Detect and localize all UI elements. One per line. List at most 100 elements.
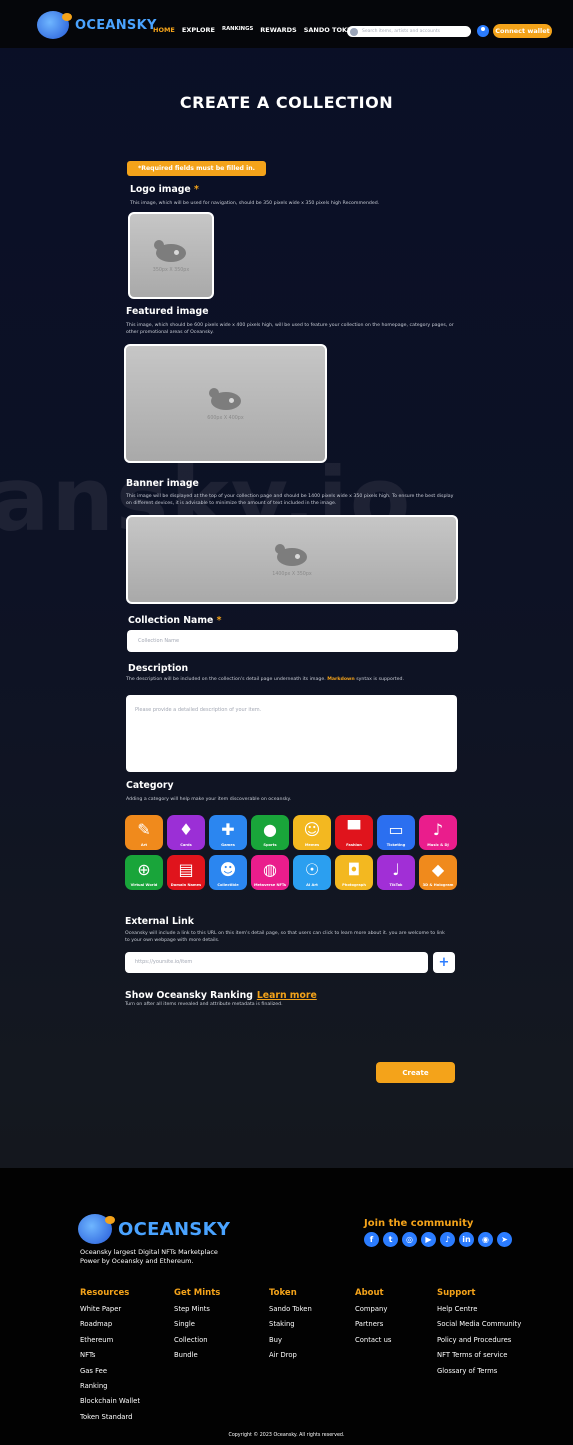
hat-icon: ▀ — [347, 820, 361, 839]
featured-image-upload[interactable]: 600px X 400px — [124, 344, 327, 463]
user-avatar-icon[interactable] — [477, 25, 489, 37]
category-collectible[interactable]: ☻ Collectible — [209, 855, 247, 890]
footer-link[interactable]: Glossary of Terms — [437, 1364, 521, 1379]
twitter-icon[interactable]: t — [383, 1232, 398, 1247]
category-label: Domain Names — [170, 883, 202, 887]
nav-explore[interactable]: EXPLORE — [182, 26, 215, 34]
linkedin-icon[interactable]: in — [459, 1232, 474, 1247]
youtube-icon[interactable]: ▶ — [421, 1232, 436, 1247]
search-input[interactable]: Search items, artists and accounts — [347, 26, 471, 37]
search-icon — [350, 27, 358, 36]
collection-name-input[interactable]: Collection Name — [127, 630, 458, 652]
footer-column-resources: Resources White Paper Roadmap Ethereum NFTs G… — [80, 1288, 140, 1425]
page: OCEANSKY HOME EXPLORE RANKINGS REWARDS S… — [0, 0, 573, 1445]
footer-link[interactable]: Staking — [269, 1317, 312, 1332]
nav-rankings[interactable]: RANKINGS — [222, 26, 253, 34]
footer-column-heading: Get Mints — [174, 1288, 221, 1298]
tiktok-icon[interactable]: ♪ — [440, 1232, 455, 1247]
main-nav: HOME EXPLORE RANKINGS REWARDS SANDO TOKE… — [153, 26, 357, 34]
doge-icon: ☺ — [303, 820, 321, 839]
category-ai-art[interactable]: ☉ AI Art — [293, 855, 331, 890]
facebook-icon[interactable]: f — [364, 1232, 379, 1247]
footer-logo[interactable]: OCEANSKY — [78, 1214, 230, 1244]
footer-link[interactable]: Help Centre — [437, 1302, 521, 1317]
connect-wallet-button[interactable]: Connect wallet — [493, 24, 552, 38]
footer-link[interactable]: Token Standard — [80, 1410, 140, 1425]
category-ticketing[interactable]: ▭ Ticketing — [377, 815, 415, 850]
category-sports[interactable]: ● Sports — [251, 815, 289, 850]
category-label: Games — [221, 843, 235, 847]
footer-link[interactable]: Buy — [269, 1333, 312, 1348]
description-desc: The description will be included on the … — [126, 677, 404, 682]
category-domain-names[interactable]: ▤ Domain Names — [167, 855, 205, 890]
featured-image-title: Featured image — [126, 306, 209, 317]
category-label: Metaverse NFTs — [253, 883, 287, 887]
footer-link[interactable]: Bundle — [174, 1348, 220, 1363]
footer-link[interactable]: Gas Fee — [80, 1364, 140, 1379]
category-metaverse-nfts[interactable]: ◍ Metaverse NFTs — [251, 855, 289, 890]
banner-size-hint: 1400px X 350px — [272, 572, 312, 577]
footer-column-support: Support Help Centre Social Media Community… — [437, 1288, 521, 1379]
search-placeholder: Search items, artists and accounts — [362, 29, 440, 34]
banner-image-upload[interactable]: 1400px X 350px — [126, 515, 458, 604]
footer-column-heading: Resources — [80, 1288, 130, 1298]
category-tiktok[interactable]: ♩ TikTok — [377, 855, 415, 890]
footer-link[interactable]: Single — [174, 1317, 220, 1332]
category-label: Collectible — [217, 883, 239, 887]
create-button[interactable]: Create — [376, 1062, 455, 1083]
www-icon: ▤ — [178, 860, 194, 879]
footer-link[interactable]: Company — [355, 1302, 391, 1317]
footer-link[interactable]: Partners — [355, 1317, 391, 1332]
music-icon: ♪ — [432, 820, 444, 839]
category-label: Photograph — [342, 883, 366, 887]
footer-link[interactable]: NFT Terms of service — [437, 1348, 521, 1363]
category-games[interactable]: ✚ Games — [209, 815, 247, 850]
brand-logo[interactable]: OCEANSKY — [37, 11, 157, 39]
featured-image-desc: This image, which should be 600 pixels w… — [126, 323, 454, 335]
learn-more-link[interactable]: Learn more — [257, 990, 317, 1001]
description-textarea[interactable]: Please provide a detailed description of… — [126, 695, 457, 772]
footer-link[interactable]: Contact us — [355, 1333, 391, 1348]
category-cards[interactable]: ♦ Cards — [167, 815, 205, 850]
footer-link[interactable]: Ranking — [80, 1379, 140, 1394]
footer-link[interactable]: NFTs — [80, 1348, 140, 1363]
footer-link[interactable]: Policy and Procedures — [437, 1333, 521, 1348]
markdown-link[interactable]: Markdown — [327, 677, 355, 682]
footer-link[interactable]: Blockchain Wallet — [80, 1394, 140, 1409]
cube-icon: ◆ — [431, 860, 445, 879]
category-grid: ✎ Art ♦ Cards ✚ Games ● Sports ☺ Memes ▀ Fashion ▭ Ti… — [125, 815, 457, 890]
category-music-dj[interactable]: ♪ Music & DJ — [419, 815, 457, 850]
footer-link[interactable]: Ethereum — [80, 1333, 140, 1348]
logo-image-title: Logo image * — [130, 184, 199, 195]
category-fashion[interactable]: ▀ Fashion — [335, 815, 373, 850]
add-link-button[interactable]: + — [433, 952, 455, 973]
footer: OCEANSKY Oceansky largest Digital NFTs M… — [0, 1168, 573, 1445]
discord-icon[interactable]: ◉ — [478, 1232, 493, 1247]
cards-icon: ♦ — [178, 820, 194, 839]
footer-link[interactable]: White Paper — [80, 1302, 140, 1317]
category-3d-hologram[interactable]: ◆ 3D & Hologram — [419, 855, 457, 890]
footer-link[interactable]: Step Mints — [174, 1302, 220, 1317]
footer-column-get-mints: Get Mints Step Mints Single Collection Bundl… — [174, 1288, 220, 1364]
logo-image-upload[interactable]: 350px X 350px — [128, 212, 214, 299]
category-art[interactable]: ✎ Art — [125, 815, 163, 850]
external-link-input[interactable]: https://yoursite.io/item — [125, 952, 428, 973]
footer-link[interactable]: Sando Token — [269, 1302, 312, 1317]
nav-home[interactable]: HOME — [153, 26, 175, 34]
instagram-icon[interactable]: ◎ — [402, 1232, 417, 1247]
category-photograph[interactable]: ◘ Photograph — [335, 855, 373, 890]
category-memes[interactable]: ☺ Memes — [293, 815, 331, 850]
category-label: Virtual World — [130, 883, 158, 887]
page-title: CREATE A COLLECTION — [179, 93, 394, 112]
nav-rewards[interactable]: REWARDS — [260, 26, 296, 34]
external-link-desc: Oceansky will include a link to this URL… — [125, 931, 445, 943]
footer-column-token: Token Sando Token Staking Buy Air Drop — [269, 1288, 312, 1364]
footer-link[interactable]: Collection — [174, 1333, 220, 1348]
palette-icon: ✎ — [137, 820, 151, 839]
footer-link[interactable]: Air Drop — [269, 1348, 312, 1363]
footer-link[interactable]: Social Media Community — [437, 1317, 521, 1332]
category-virtual-world[interactable]: ⊕ Virtual World — [125, 855, 163, 890]
footer-link[interactable]: Roadmap — [80, 1317, 140, 1332]
bear-icon: ☻ — [219, 860, 237, 879]
telegram-icon[interactable]: ➤ — [497, 1232, 512, 1247]
